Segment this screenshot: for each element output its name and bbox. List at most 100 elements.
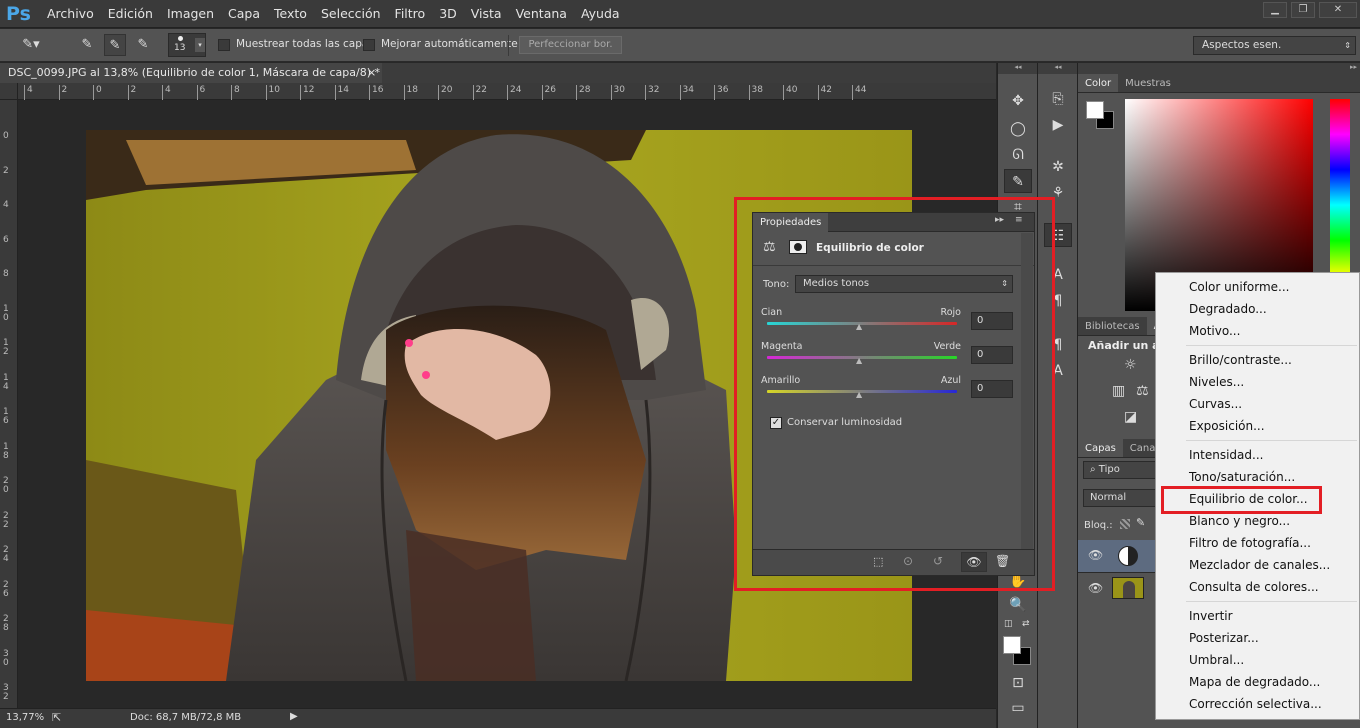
menu-3[interactable]: Capa [221,0,267,28]
swap-colors-icon[interactable]: ⇄ [1022,619,1030,629]
move-tool-icon[interactable]: ✥ [1004,89,1032,113]
collapse-icon[interactable]: ◂◂ [1038,63,1078,74]
menu-0[interactable]: Archivo [40,0,101,28]
horizontal-ruler[interactable]: 4 2 0 2 4 6 8 10 12 14 16 18 20 22 24 26 28 30 32 34 36 38 40 4… [18,83,996,100]
menu-item[interactable]: Niveles... [1156,371,1359,393]
foreground-color-swatch[interactable] [1003,636,1021,654]
menu-10[interactable]: Ayuda [574,0,627,28]
actions-panel-icon[interactable]: ▶ [1044,113,1072,137]
menu-separator [1186,345,1357,346]
color-balance-adjust-icon[interactable]: ⚖ [1136,383,1149,399]
menu-6[interactable]: Filtro [388,0,433,28]
brush-size-picker[interactable]: 13 ▾ [168,33,206,57]
menu-separator [1186,440,1357,441]
close-button[interactable]: ✕ [1319,2,1357,18]
marquee-tool-icon[interactable]: ◯ [1004,117,1032,141]
menu-item[interactable]: Mapa de degradado... [1156,671,1359,693]
hue-saturation-adjust-icon[interactable]: ▥ [1112,383,1125,399]
ruler-tick: 40 [783,85,797,100]
menu-7[interactable]: 3D [432,0,464,28]
quick-selection-preset-icon[interactable]: ✎▾ [20,34,42,56]
new-selection-brush-icon[interactable]: ✎ [76,34,98,56]
menu-item[interactable]: Motivo... [1156,320,1359,342]
tab-swatches[interactable]: Muestras [1118,74,1178,92]
menu-item[interactable]: Umbral... [1156,649,1359,671]
menu-item[interactable]: Exposición... [1156,415,1359,437]
chevron-updown-icon: ⇕ [1344,41,1351,50]
menu-item[interactable]: Color uniforme... [1156,276,1359,298]
lock-transparency-icon[interactable] [1120,519,1130,529]
tab-libraries[interactable]: Bibliotecas [1078,317,1147,335]
status-menu-arrow-icon[interactable]: ▶ [290,711,298,722]
menu-9[interactable]: Ventana [509,0,574,28]
vertical-ruler[interactable]: 0 2 4 6 8 1 0 1 2 1 4 1 6 1 8 2 0 2 2 2 4 2 6 2 8 3 0 3 … [0,100,18,708]
ruler-tick: 2 6 [3,579,9,599]
ruler-origin[interactable] [0,83,18,100]
ruler-tick: 42 [817,85,832,100]
menu-5[interactable]: Selección [314,0,388,28]
export-icon[interactable]: ⇱ [52,711,61,724]
menu-item[interactable]: Intensidad... [1156,444,1359,466]
add-selection-brush-icon[interactable]: ✎ [104,34,126,56]
menu-item[interactable]: Brillo/contraste... [1156,349,1359,371]
close-tab-icon[interactable]: × [367,63,376,83]
eye-icon[interactable]: 👁 [1088,581,1103,595]
color-panel-tabs: Color Muestras [1078,74,1360,93]
ruler-tick: 10 [265,85,280,100]
restore-button[interactable]: ❐ [1291,2,1315,18]
ruler-tick: 4 [162,85,171,100]
screen-mode-icon[interactable]: ▭ [1004,696,1032,720]
brush-size-value: 13 [174,43,186,53]
sample-all-layers-checkbox[interactable] [218,39,230,51]
minimize-button[interactable]: ▁ [1263,2,1287,18]
ruler-tick: 12 [300,85,314,100]
menu-item[interactable]: Degradado... [1156,298,1359,320]
foreground-color-chip[interactable] [1086,101,1104,119]
menu-item[interactable]: Filtro de fotografía... [1156,532,1359,554]
collapse-icon[interactable]: ◂◂ [998,63,1038,74]
lock-pixels-icon[interactable]: ✎ [1136,516,1145,529]
ruler-tick: 24 [507,85,521,100]
subtract-selection-brush-icon[interactable]: ✎ [132,34,154,56]
tab-strip [382,63,996,83]
ruler-tick: 3 0 [3,648,9,668]
tab-color[interactable]: Color [1078,74,1119,92]
brush-settings-icon[interactable]: ✲ [1044,155,1072,179]
lock-label: Bloq.: [1084,520,1113,531]
default-colors-icon[interactable]: ◫ [1004,619,1013,629]
eye-icon[interactable]: 👁 [1088,548,1103,562]
menu-item[interactable]: Curvas... [1156,393,1359,415]
refine-edge-button[interactable]: Perfeccionar bor. [519,36,622,54]
adjustment-layer-icon [1118,546,1138,566]
menu-item[interactable]: Posterizar... [1156,627,1359,649]
menu-1[interactable]: Edición [101,0,160,28]
quick-mask-icon[interactable]: ⊡ [1004,671,1032,695]
menu-4[interactable]: Texto [267,0,314,28]
tab-layers[interactable]: Capas [1078,439,1123,457]
auto-enhance-checkbox[interactable] [363,39,375,51]
menu-item[interactable]: Tono/saturación... [1156,466,1359,488]
zoom-level[interactable]: 13,77% [6,712,44,723]
ruler-tick: 1 6 [3,407,9,426]
menu-item[interactable]: Consulta de colores... [1156,576,1359,598]
menu-item[interactable]: Corrección selectiva... [1156,693,1359,715]
ruler-tick: 0 [93,85,102,100]
collapse-icon[interactable]: ▸▸ [1078,63,1360,74]
document-tab[interactable]: DSC_0099.JPG al 13,8% (Equilibrio de col… [0,63,382,83]
ruler-tick: 18 [403,85,418,100]
workspace-select[interactable]: Aspectos esen. ⇕ [1193,36,1356,55]
menu-item[interactable]: Mezclador de canales... [1156,554,1359,576]
menu-item[interactable]: Invertir [1156,605,1359,627]
photoshop-logo: Ps [6,3,31,25]
quick-selection-tool-icon[interactable]: ✎ [1004,169,1032,193]
ruler-tick: 2 2 [3,510,9,530]
zoom-tool-icon[interactable]: 🔍 [1004,593,1032,617]
menu-bar: Ps Archivo Edición Imagen Capa Texto Selecció… [0,0,1360,28]
history-panel-icon[interactable]: ⎘ [1044,87,1072,111]
invert-adjust-icon[interactable]: ◪ [1124,409,1137,425]
brightness-adjust-icon[interactable]: ☼ [1124,357,1137,373]
menu-8[interactable]: Vista [464,0,509,28]
chevron-down-icon: ▾ [195,38,205,52]
lasso-tool-icon[interactable]: ᘏ [1004,143,1032,167]
menu-2[interactable]: Imagen [160,0,221,28]
